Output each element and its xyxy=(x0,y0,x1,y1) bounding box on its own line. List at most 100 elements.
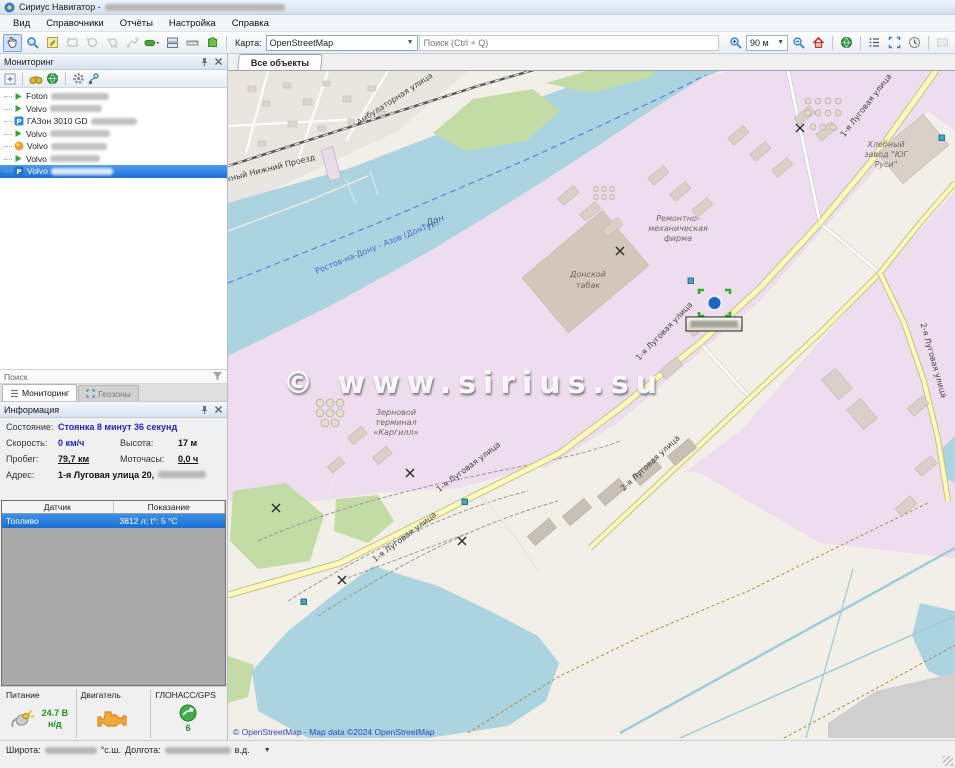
ruler-button[interactable] xyxy=(183,34,202,52)
vehicle-name: Volvo xyxy=(27,141,48,151)
gear-icon[interactable] xyxy=(72,72,85,85)
map-provider-value: OpenStreetMap xyxy=(270,38,334,48)
sensors-empty-area xyxy=(2,528,225,685)
home-button[interactable] xyxy=(809,34,828,52)
vehicle-row[interactable]: Volvo xyxy=(0,128,227,141)
filter-icon[interactable] xyxy=(212,371,223,381)
state-value: Стоянка 8 минут 36 секунд xyxy=(58,422,177,432)
gauges-panel: Питание 24.7 В н/д xyxy=(0,686,227,740)
latitude-value-redacted xyxy=(45,747,97,754)
svg-text:P: P xyxy=(16,168,21,176)
map-canvas[interactable]: Амбулаторная улица жный Нижний Проезд До… xyxy=(228,71,955,740)
latitude-suffix: °с.ш. xyxy=(101,745,121,755)
vehicle-row[interactable]: Volvo xyxy=(0,153,227,166)
expand-all-icon[interactable] xyxy=(4,73,16,85)
speed-label: Скорость: xyxy=(6,438,58,448)
moving-icon xyxy=(14,129,23,138)
parked-icon: P xyxy=(14,116,24,126)
clock-button[interactable] xyxy=(905,34,924,52)
power-plug-icon xyxy=(10,707,36,731)
zoom-in-button[interactable] xyxy=(726,34,745,52)
tab-monitoring[interactable]: Мониторинг xyxy=(2,384,77,401)
close-icon[interactable] xyxy=(214,57,223,66)
search-input[interactable] xyxy=(419,35,719,51)
map-provider-select[interactable]: OpenStreetMap ▼ xyxy=(266,35,418,51)
info-panel-title: Информация xyxy=(4,405,59,415)
vehicle-name: Volvo xyxy=(26,154,47,164)
globe-icon[interactable] xyxy=(46,72,59,85)
power-voltage: 24.7 В xyxy=(42,708,69,718)
add-placemark-button[interactable] xyxy=(63,34,82,52)
binoculars-icon[interactable] xyxy=(29,73,43,85)
tree-search-row[interactable]: Поиск xyxy=(0,370,227,384)
zoom-out-button[interactable] xyxy=(789,34,808,52)
title-bar: Сириус Навигатор - xyxy=(0,0,955,15)
resize-grip[interactable] xyxy=(943,756,953,766)
hours-label: Моточасы: xyxy=(120,454,178,464)
hours-value[interactable]: 0,0 ч xyxy=(178,454,198,464)
vehicle-name: Volvo xyxy=(26,104,47,114)
menu-otchety[interactable]: Отчёты xyxy=(113,16,160,31)
map-tab-all-objects[interactable]: Все объекты xyxy=(237,54,323,70)
sensor-value: 3812 л; t°: 5 °C xyxy=(112,516,226,526)
zoom-tool-button[interactable] xyxy=(23,34,42,52)
longitude-value-redacted xyxy=(165,747,231,754)
map-column: Все объекты xyxy=(228,54,955,740)
menu-spravka[interactable]: Справка xyxy=(225,16,276,31)
menu-vid[interactable]: Вид xyxy=(6,16,37,31)
vehicle-row[interactable]: Volvo xyxy=(0,140,227,153)
speed-value: 0 км/ч xyxy=(58,438,120,448)
fullscreen-button[interactable] xyxy=(885,34,904,52)
close-icon[interactable] xyxy=(214,405,223,414)
pin-icon[interactable] xyxy=(200,405,209,415)
map-scale-value: 90 м xyxy=(750,38,769,48)
left-panel-tabs: Мониторинг Геозоны xyxy=(0,384,227,402)
add-circle-button[interactable] xyxy=(83,34,102,52)
mileage-label: Пробег: xyxy=(6,454,58,464)
add-polygon-button[interactable] xyxy=(103,34,122,52)
svg-text:Зерновойтерминал«Каргилл»: Зерновойтерминал«Каргилл» xyxy=(373,408,418,437)
pan-tool-button[interactable] xyxy=(3,34,22,52)
vehicle-row-selected[interactable]: P Volvo xyxy=(0,165,227,178)
track-button[interactable] xyxy=(143,34,162,52)
tree-search-label: Поиск xyxy=(4,372,28,382)
chevron-down-icon[interactable]: ▼ xyxy=(264,747,271,754)
mileage-value[interactable]: 79,7 км xyxy=(58,454,120,464)
window-title: Сириус Навигатор - xyxy=(19,2,101,12)
left-panel: Мониторинг Foton xyxy=(0,54,228,740)
power-na: н/д xyxy=(48,719,62,729)
address-label: Адрес: xyxy=(6,470,58,480)
tab-geozones[interactable]: Геозоны xyxy=(78,385,139,401)
reports-panel-button[interactable] xyxy=(163,34,182,52)
map-attribution: © OpenStreetMap - Map data ©2024 OpenStr… xyxy=(233,727,435,737)
pin-icon[interactable] xyxy=(200,57,209,67)
vehicle-row[interactable]: Foton xyxy=(0,90,227,103)
route-icon[interactable] xyxy=(88,73,101,85)
info-panel-body: Состояние: Стоянка 8 минут 36 секунд Ско… xyxy=(0,418,227,500)
sensor-col-value: Показание xyxy=(114,501,226,513)
menu-nastroyka[interactable]: Настройка xyxy=(162,16,223,31)
moving-icon xyxy=(14,154,23,163)
map-scale-select[interactable]: 90 м ▼ xyxy=(746,35,788,51)
objects-button[interactable] xyxy=(203,34,222,52)
sensor-name: Топливо xyxy=(2,516,112,526)
idle-icon xyxy=(14,141,24,151)
altitude-value: 17 м xyxy=(178,438,197,448)
sensor-row-selected[interactable]: Топливо 3812 л; t°: 5 °C xyxy=(2,514,225,528)
engine-label: Двигатель xyxy=(81,690,147,700)
vehicle-row[interactable]: Volvo xyxy=(0,103,227,116)
add-polyline-button[interactable] xyxy=(123,34,142,52)
app-window: Сириус Навигатор - Вид Справочники Отчёт… xyxy=(0,0,955,768)
edit-note-button[interactable] xyxy=(43,34,62,52)
moving-icon xyxy=(14,92,23,101)
message-button[interactable] xyxy=(933,34,952,52)
monitoring-toolbar xyxy=(0,70,227,88)
menu-spravochniki[interactable]: Справочники xyxy=(39,16,111,31)
vehicle-row[interactable]: P ГАЗон 3010 GD xyxy=(0,115,227,128)
globe-button[interactable] xyxy=(837,34,856,52)
monitoring-panel-header: Мониторинг xyxy=(0,54,227,70)
map-svg: Амбулаторная улица жный Нижний Проезд До… xyxy=(228,71,955,740)
list-view-button[interactable] xyxy=(865,34,884,52)
watermark: © www.sirius.su xyxy=(283,366,664,401)
moving-icon xyxy=(14,104,23,113)
